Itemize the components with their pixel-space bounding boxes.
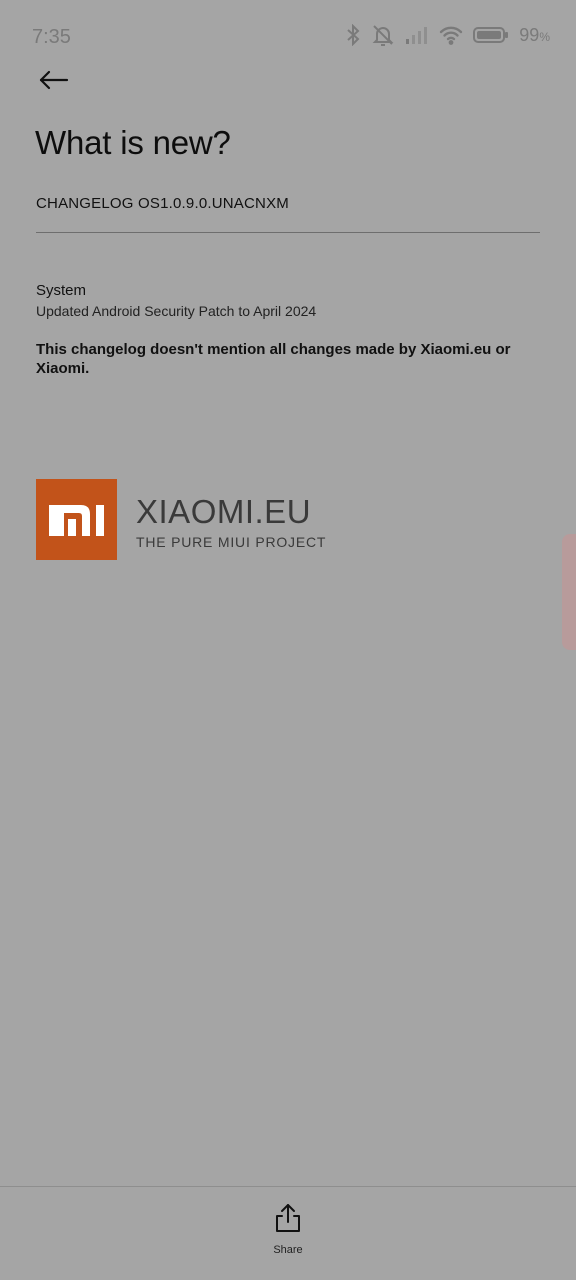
signal-icon: [405, 25, 429, 45]
changelog-version-label: CHANGELOG OS1.0.9.0.UNACNXM: [36, 195, 289, 212]
back-button[interactable]: [36, 66, 72, 98]
xiaomi-eu-logo: XIAOMI.EU THE PURE MIUI PROJECT: [36, 479, 326, 565]
status-icons: 99%: [345, 24, 550, 46]
alarm-off-icon: [371, 24, 395, 46]
arrow-left-icon: [39, 70, 69, 95]
page-title: What is new?: [35, 124, 231, 161]
status-bar: 7:35 99%: [0, 0, 576, 76]
brand-name: XIAOMI.EU: [136, 493, 312, 530]
side-handle[interactable]: [562, 534, 576, 650]
share-label: Share: [273, 1244, 303, 1256]
section-heading: System: [36, 282, 87, 299]
section-body: Updated Android Security Patch to April …: [36, 303, 317, 319]
share-icon: [274, 1203, 302, 1238]
wifi-icon: [439, 25, 463, 45]
bluetooth-icon: [345, 24, 361, 46]
status-time: 7:35: [32, 26, 71, 48]
mi-logo: [36, 479, 117, 565]
battery-percent: 99%: [519, 24, 550, 45]
changelog-version: CHANGELOG OS1.0.9.0.UNACNXM: [36, 195, 540, 233]
changelog-note: This changelog doesn't mention all chang…: [36, 341, 511, 377]
battery-icon: [473, 25, 509, 45]
brand-tagline: THE PURE MIUI PROJECT: [136, 534, 327, 550]
share-button[interactable]: Share: [258, 1203, 318, 1259]
bottom-bar: Share: [0, 1186, 576, 1280]
changelog-section: System Updated Android Security Patch to…: [36, 282, 536, 378]
